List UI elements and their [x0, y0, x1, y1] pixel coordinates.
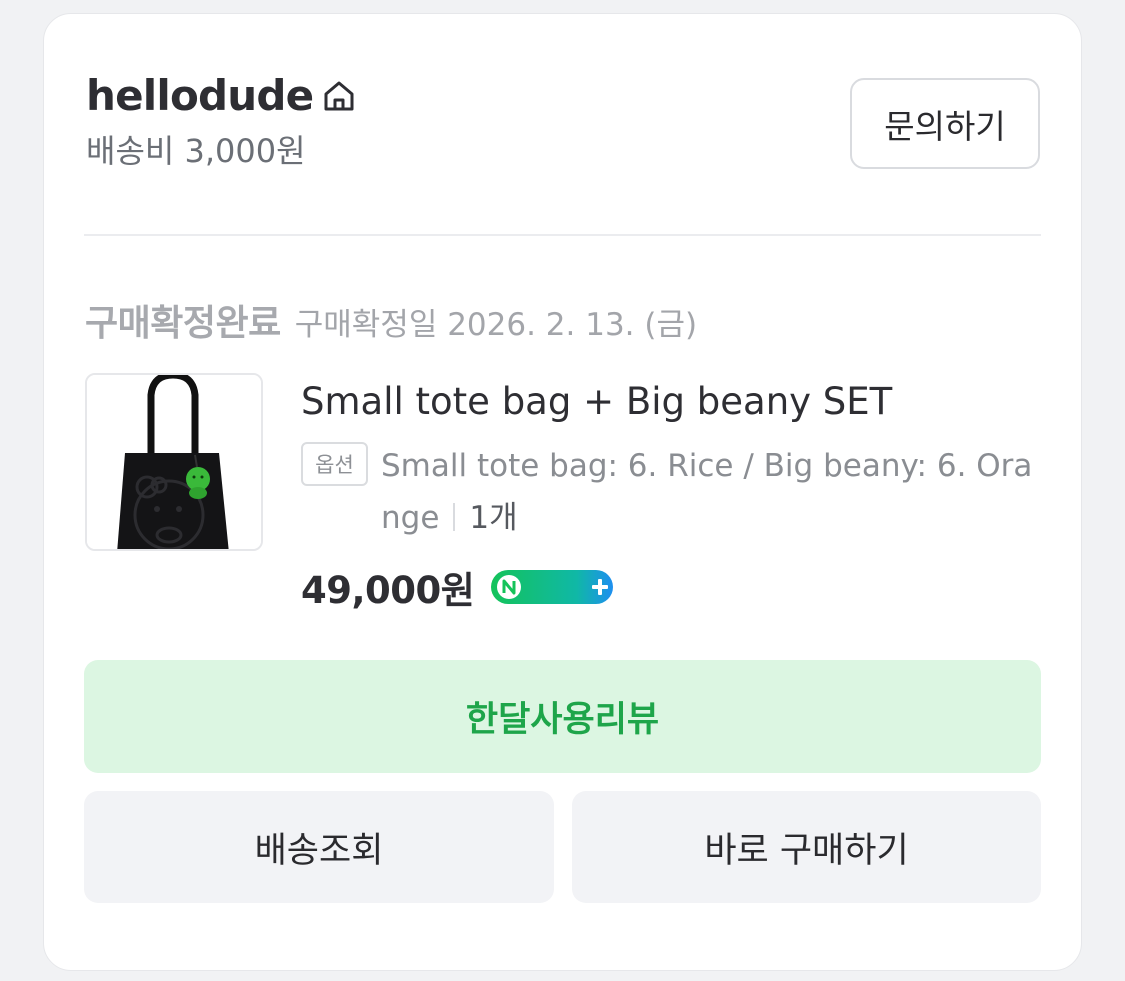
quantity-separator [453, 503, 456, 531]
option-badge: 옵션 [301, 442, 368, 486]
seller-name[interactable]: hellodude [86, 72, 314, 120]
price: 49,000원 [301, 569, 475, 612]
order-card: hellodude 배송비 3,000원 문의하기 구매확정완료 구매확정일 2… [43, 13, 1082, 971]
product-name[interactable]: Small tote bag + Big beany SET [301, 378, 892, 426]
seller-name-row[interactable]: hellodude [86, 72, 357, 120]
order-status: 구매확정완료 [85, 303, 281, 344]
product-thumbnail[interactable] [85, 373, 263, 551]
divider [84, 234, 1041, 236]
inquiry-button[interactable]: 문의하기 [850, 78, 1040, 169]
npay-plus-icon [490, 569, 614, 605]
seller-info: hellodude 배송비 3,000원 [86, 72, 357, 170]
confirm-date: 구매확정일 2026. 2. 13. (금) [294, 307, 698, 343]
track-shipping-button[interactable]: 배송조회 [84, 791, 554, 903]
option-text-block: Small tote bag: 6. Rice / Big beany: 6. … [381, 440, 1041, 544]
quantity: 1개 [469, 500, 518, 536]
shipping-fee: 배송비 3,000원 [86, 132, 306, 170]
order-status-row: 구매확정완료 구매확정일 2026. 2. 13. (금) [85, 294, 697, 346]
price-row: 49,000원 [301, 560, 614, 614]
home-icon[interactable] [321, 78, 357, 114]
buy-again-button[interactable]: 바로 구매하기 [572, 791, 1041, 903]
monthly-review-button[interactable]: 한달사용리뷰 [84, 660, 1041, 773]
